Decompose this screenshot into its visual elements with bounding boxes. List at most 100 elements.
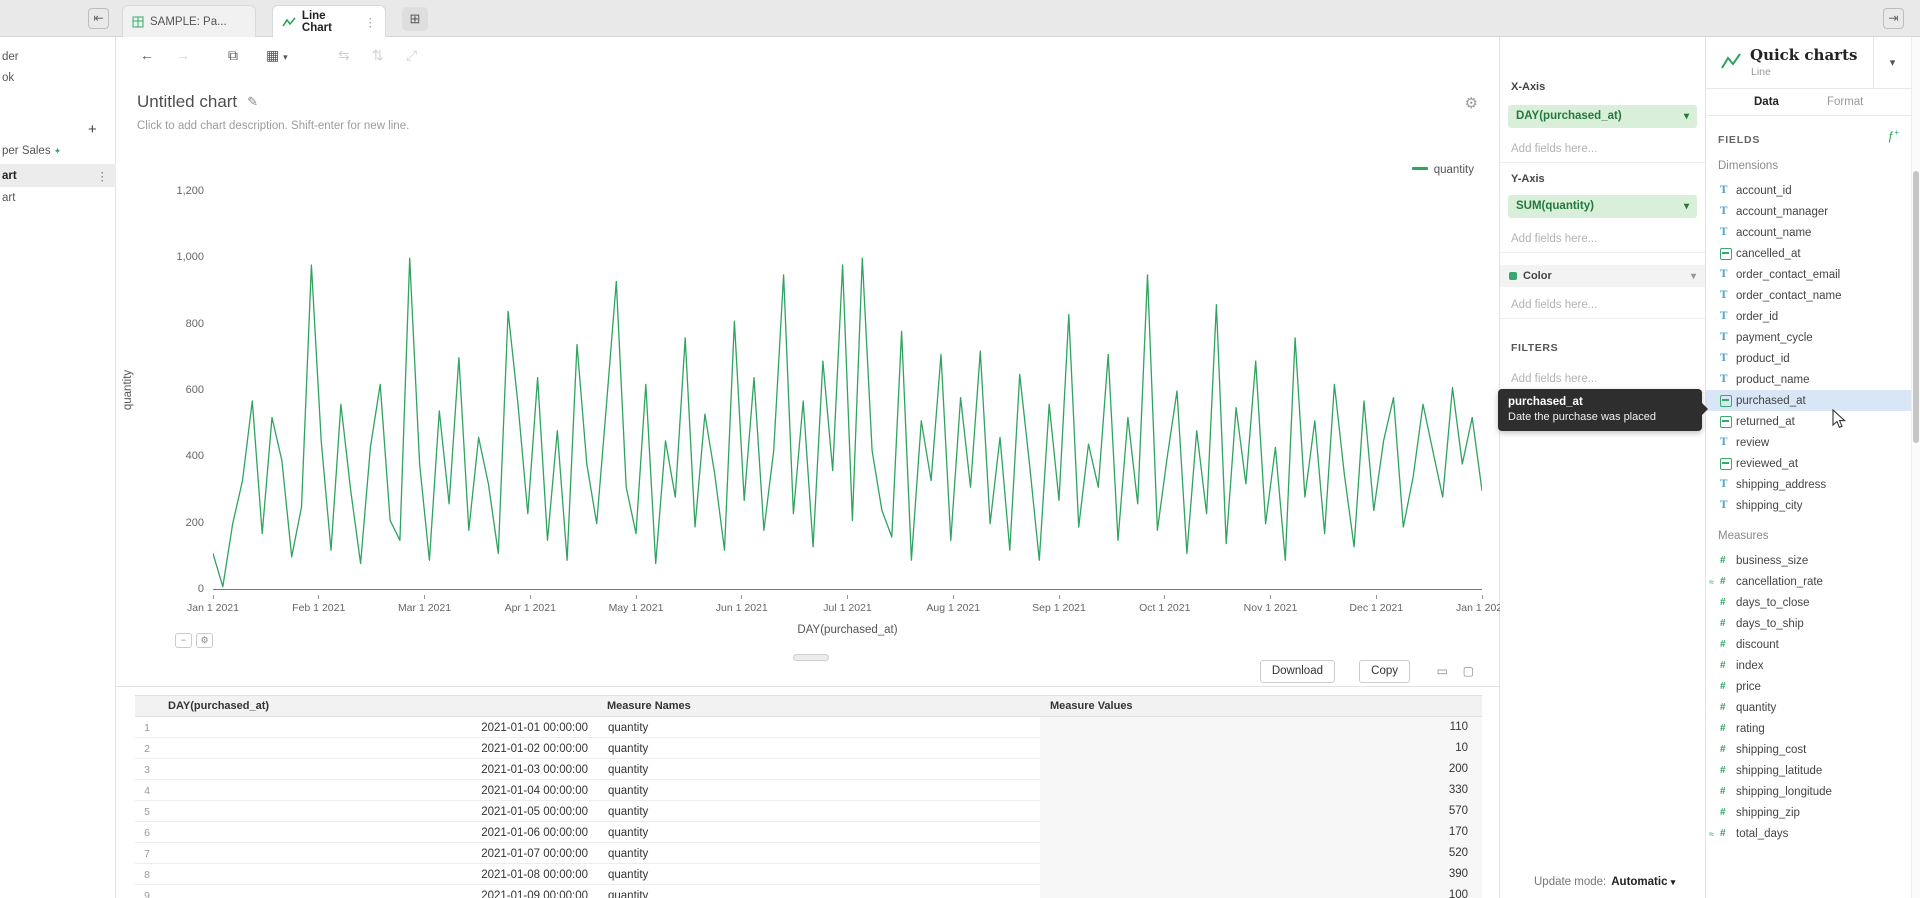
sidebar-add-button[interactable]: + <box>88 121 97 138</box>
chart-type-dropdown[interactable]: ▾ <box>1873 37 1911 89</box>
collapse-right-panel-icon[interactable]: ⇥ <box>1883 8 1904 29</box>
update-mode-dropdown[interactable]: Automatic ▾ <box>1611 876 1675 888</box>
table-row[interactable]: 3 2021-01-03 00:00:00 quantity 200 <box>135 759 1482 780</box>
field-item[interactable]: # shipping_longitude <box>1706 781 1911 802</box>
field-item[interactable]: # index <box>1706 655 1911 676</box>
chart-settings-icon[interactable]: ⚙ <box>1465 94 1478 112</box>
table-row[interactable]: 4 2021-01-04 00:00:00 quantity 330 <box>135 780 1482 801</box>
chart-options-button[interactable]: ⚙ <box>196 633 213 648</box>
y-tick-label: 200 <box>124 517 204 530</box>
field-item[interactable]: ≈ # total_days <box>1706 823 1911 844</box>
redo-icon[interactable]: → <box>176 47 190 63</box>
table-row[interactable]: 9 2021-01-09 00:00:00 quantity 100 <box>135 885 1482 898</box>
field-type-icon: # <box>1720 639 1733 650</box>
field-item[interactable]: ≈ # cancellation_rate <box>1706 571 1911 592</box>
field-item[interactable]: T account_name <box>1706 222 1911 243</box>
field-item[interactable]: T shipping_city <box>1706 495 1911 516</box>
zoom-out-button[interactable]: − <box>175 633 192 648</box>
edit-title-icon[interactable]: ✎ <box>247 94 258 110</box>
y-tick-label: 800 <box>124 318 204 331</box>
field-item[interactable]: # quantity <box>1706 697 1911 718</box>
item-menu-icon[interactable]: ⋮ <box>97 169 109 183</box>
chart-plot-area[interactable] <box>213 192 1482 590</box>
field-item[interactable]: returned_at <box>1706 411 1911 432</box>
chart-title[interactable]: Untitled chart <box>137 92 237 112</box>
sidebar-item-selected[interactable]: art ⋮ <box>0 164 116 187</box>
sidebar-item[interactable]: art <box>2 192 15 204</box>
tab-label: Line Chart <box>302 10 359 34</box>
add-formula-icon[interactable]: ƒ+ <box>1888 128 1899 143</box>
table-row[interactable]: 1 2021-01-01 00:00:00 quantity 110 <box>135 717 1482 738</box>
field-item[interactable]: T account_id <box>1706 180 1911 201</box>
fields-section: FIELDS ƒ+ <box>1706 116 1911 146</box>
download-button[interactable]: Download <box>1260 660 1335 683</box>
field-item[interactable]: # days_to_ship <box>1706 613 1911 634</box>
collection-icon: ✦ <box>54 146 62 156</box>
field-item[interactable]: T review <box>1706 432 1911 453</box>
field-item[interactable]: T payment_cycle <box>1706 327 1911 348</box>
sort-ascending-icon[interactable]: ⇅ <box>372 47 384 64</box>
new-chart-button[interactable]: ⊞ <box>402 7 428 31</box>
sidebar-item-collection[interactable]: per Sales ✦ <box>2 145 61 157</box>
field-item[interactable]: T product_id <box>1706 348 1911 369</box>
field-item[interactable]: T product_name <box>1706 369 1911 390</box>
column-header[interactable]: DAY(purchased_at) <box>159 700 600 712</box>
field-item[interactable]: T account_manager <box>1706 201 1911 222</box>
chart-type-icon[interactable]: ▦ ▾ <box>266 47 288 64</box>
color-section-header[interactable]: Color ▾ <box>1500 265 1705 287</box>
resize-handle[interactable] <box>793 654 829 661</box>
chevron-down-icon: ▾ <box>1671 877 1676 887</box>
field-item[interactable]: # discount <box>1706 634 1911 655</box>
row-number: 2 <box>135 743 159 755</box>
field-item[interactable]: # days_to_close <box>1706 592 1911 613</box>
left-sidebar: der ok + per Sales ✦ art ⋮ art <box>0 37 116 898</box>
scrollbar-thumb[interactable] <box>1913 171 1919 443</box>
field-item[interactable]: T order_id <box>1706 306 1911 327</box>
table-row[interactable]: 2 2021-01-02 00:00:00 quantity 10 <box>135 738 1482 759</box>
copy-button[interactable]: Copy <box>1359 660 1410 683</box>
y-axis-add-field[interactable]: Add fields here... <box>1500 225 1705 253</box>
y-axis-field-pill[interactable]: SUM(quantity) ▾ <box>1508 195 1697 218</box>
chart-description-placeholder[interactable]: Click to add chart description. Shift-en… <box>137 120 409 132</box>
collapse-table-icon[interactable]: ▭ <box>1437 664 1448 678</box>
sidebar-item[interactable]: ok <box>2 72 14 84</box>
field-item[interactable]: T shipping_address <box>1706 474 1911 495</box>
tab-data[interactable]: Data <box>1754 96 1779 108</box>
x-axis-field-pill[interactable]: DAY(purchased_at) ▾ <box>1508 105 1697 128</box>
field-item[interactable]: # rating <box>1706 718 1911 739</box>
duplicate-chart-icon[interactable]: ⧉ <box>228 47 238 64</box>
field-item[interactable]: # shipping_cost <box>1706 739 1911 760</box>
field-item[interactable]: reviewed_at <box>1706 453 1911 474</box>
scrollbar[interactable] <box>1911 37 1920 898</box>
tab-format[interactable]: Format <box>1827 96 1863 108</box>
sidebar-item[interactable]: der <box>2 51 19 63</box>
undo-icon[interactable]: ← <box>140 47 154 63</box>
table-row[interactable]: 8 2021-01-08 00:00:00 quantity 390 <box>135 864 1482 885</box>
tab-bar: ⇤ SAMPLE: Pa... Line Chart ⋮ ⊞ ⇥ <box>0 0 1920 37</box>
tab-menu-icon[interactable]: ⋮ <box>365 15 377 29</box>
field-item[interactable]: purchased_at <box>1706 390 1911 411</box>
collapse-sidebar-icon[interactable]: ⇤ <box>88 8 109 29</box>
tab-line-chart[interactable]: Line Chart ⋮ <box>272 5 386 37</box>
field-item[interactable]: T order_contact_name <box>1706 285 1911 306</box>
x-axis-add-field[interactable]: Add fields here... <box>1500 135 1705 163</box>
tab-sample-report[interactable]: SAMPLE: Pa... <box>122 5 256 37</box>
table-row[interactable]: 7 2021-01-07 00:00:00 quantity 520 <box>135 843 1482 864</box>
field-type-icon: T <box>1720 185 1733 196</box>
field-item[interactable]: # shipping_zip <box>1706 802 1911 823</box>
swap-axes-icon[interactable]: ⇆ <box>338 47 350 64</box>
x-tick-label: Feb 1 2021 <box>286 595 352 614</box>
field-type-icon <box>1720 395 1733 407</box>
field-item[interactable]: cancelled_at <box>1706 243 1911 264</box>
expand-chart-icon[interactable]: ⤢ <box>406 47 417 64</box>
column-header[interactable]: Measure Names <box>600 700 1040 712</box>
field-item[interactable]: # business_size <box>1706 550 1911 571</box>
column-header[interactable]: Measure Values <box>1040 700 1482 712</box>
field-item[interactable]: # shipping_latitude <box>1706 760 1911 781</box>
color-add-field[interactable]: Add fields here... <box>1500 291 1705 319</box>
table-row[interactable]: 5 2021-01-05 00:00:00 quantity 570 <box>135 801 1482 822</box>
field-item[interactable]: # price <box>1706 676 1911 697</box>
field-item[interactable]: T order_contact_email <box>1706 264 1911 285</box>
expand-table-icon[interactable]: ▢ <box>1463 664 1474 678</box>
table-row[interactable]: 6 2021-01-06 00:00:00 quantity 170 <box>135 822 1482 843</box>
